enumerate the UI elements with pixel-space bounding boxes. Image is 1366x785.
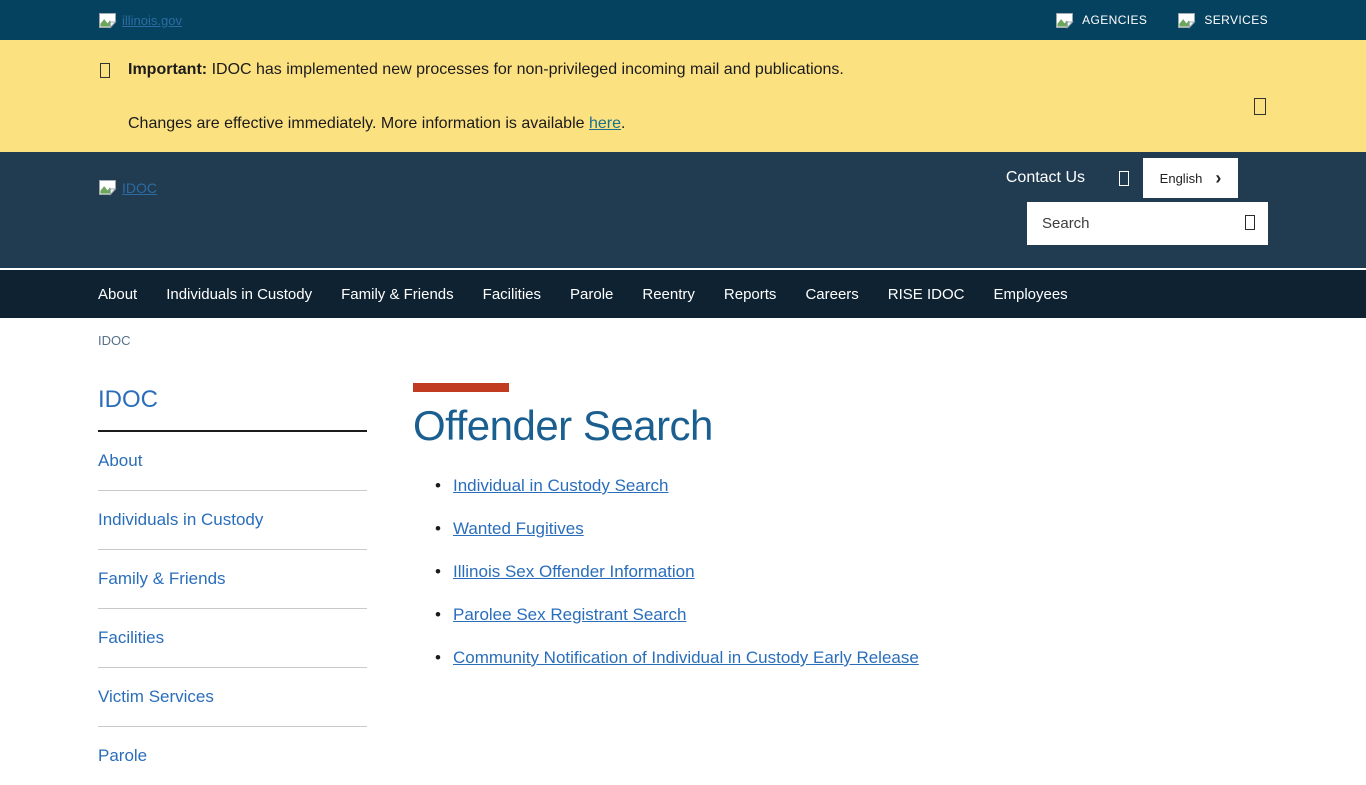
nav-item[interactable]: Reports <box>724 286 777 303</box>
idoc-logo-link[interactable]: IDOC <box>98 179 157 196</box>
nav-item[interactable]: Parole <box>570 286 613 303</box>
nav-item[interactable]: Employees <box>993 286 1067 303</box>
sidebar-item: Parole <box>98 726 367 785</box>
sidebar-item-link[interactable]: About <box>98 451 142 470</box>
illinoisgov-logo-link[interactable]: illinois.gov <box>98 12 182 29</box>
list-item: Wanted Fugitives <box>413 519 919 540</box>
page-content: IDOC IDOC About Individuals in Custody F… <box>0 318 1366 785</box>
offender-search-link[interactable]: Parolee Sex Registrant Search <box>453 605 686 624</box>
nav-item[interactable]: RISE IDOC <box>888 286 965 303</box>
alert-banner: Important: IDOC has implemented new proc… <box>0 40 1366 152</box>
alert-line1: Important: IDOC has implemented new proc… <box>128 61 844 79</box>
offender-search-link[interactable]: Community Notification of Individual in … <box>453 648 919 667</box>
topbar-link-label: AGENCIES <box>1082 13 1147 27</box>
offender-search-link[interactable]: Wanted Fugitives <box>453 519 584 538</box>
sidebar-item-link[interactable]: Victim Services <box>98 687 214 706</box>
nav-item[interactable]: Reentry <box>642 286 695 303</box>
sidebar-menu: About Individuals in Custody Family & Fr… <box>98 432 367 785</box>
breadcrumb-link[interactable]: IDOC <box>98 333 131 348</box>
alert-line2: Changes are effective immediately. More … <box>128 115 844 133</box>
banner-close-button[interactable] <box>1254 98 1266 118</box>
sidebar-item-link[interactable]: Parole <box>98 746 147 765</box>
list-item: Parolee Sex Registrant Search <box>413 605 919 626</box>
broken-image-icon <box>98 179 117 196</box>
nav-item[interactable]: About <box>98 286 137 303</box>
contact-us-link[interactable]: Contact Us <box>1006 169 1085 187</box>
chevron-right-icon: › <box>1215 169 1221 187</box>
list-item: Community Notification of Individual in … <box>413 648 919 669</box>
offender-search-link[interactable]: Individual in Custody Search <box>453 476 668 495</box>
search-box <box>1027 202 1268 245</box>
sidebar-item-link[interactable]: Individuals in Custody <box>98 510 263 529</box>
main-content: Offender Search Individual in Custody Se… <box>413 374 919 785</box>
sidebar-item: Facilities <box>98 608 367 667</box>
sidebar: IDOC About Individuals in Custody Family… <box>98 374 367 785</box>
broken-image-icon <box>98 12 117 29</box>
sidebar-item: Family & Friends <box>98 549 367 608</box>
nav-item[interactable]: Individuals in Custody <box>166 286 312 303</box>
offender-search-links: Individual in Custody Search Wanted Fugi… <box>413 476 919 669</box>
sidebar-item-link[interactable]: Facilities <box>98 628 164 647</box>
alert-important-label: Important: <box>128 61 207 78</box>
government-topbar: illinois.gov AGENCIES SERVICES <box>0 0 1366 40</box>
sidebar-title-link[interactable]: IDOC <box>98 386 158 413</box>
sidebar-item-link[interactable]: Family & Friends <box>98 569 226 588</box>
illinoisgov-logo-alt: illinois.gov <box>122 13 182 28</box>
language-label: English <box>1160 171 1203 186</box>
sidebar-item: Individuals in Custody <box>98 490 367 549</box>
topbar-link-label: SERVICES <box>1204 13 1268 27</box>
header-utility-row: Contact Us English › <box>1006 158 1238 198</box>
search-submit-button[interactable] <box>1245 215 1255 233</box>
alert-message: IDOC has implemented new processes for n… <box>212 61 844 78</box>
globe-icon <box>1119 171 1129 186</box>
search-icon <box>1245 215 1255 230</box>
content-layout: IDOC About Individuals in Custody Family… <box>98 374 1268 785</box>
sidebar-item: About <box>98 432 367 490</box>
page-title: Offender Search <box>413 402 919 450</box>
alert-line2-text: Changes are effective immediately. More … <box>128 115 589 132</box>
primary-nav: About Individuals in Custody Family & Frie… <box>0 268 1366 318</box>
search-input[interactable] <box>1040 214 1245 233</box>
sidebar-title: IDOC <box>98 386 367 432</box>
alert-text: Important: IDOC has implemented new proc… <box>128 61 844 133</box>
nav-item[interactable]: Careers <box>805 286 858 303</box>
topbar-link[interactable]: AGENCIES <box>1055 12 1147 29</box>
alert-glyph-icon <box>100 63 110 78</box>
site-header: IDOC Contact Us English › <box>0 152 1366 268</box>
offender-search-link[interactable]: Illinois Sex Offender Information <box>453 562 695 581</box>
here-link[interactable]: here <box>589 115 621 132</box>
title-accent-bar <box>413 383 509 392</box>
idoc-logo-alt: IDOC <box>122 180 157 196</box>
nav-item[interactable]: Facilities <box>483 286 541 303</box>
close-icon <box>1254 98 1266 115</box>
list-item: Individual in Custody Search <box>413 476 919 497</box>
broken-image-icon <box>1177 12 1196 29</box>
topbar-link[interactable]: SERVICES <box>1177 12 1268 29</box>
sidebar-item: Victim Services <box>98 667 367 726</box>
nav-item[interactable]: Family & Friends <box>341 286 454 303</box>
breadcrumb: IDOC <box>98 318 1268 348</box>
alert-line2-suffix: . <box>621 115 625 132</box>
broken-image-icon <box>1055 12 1074 29</box>
list-item: Illinois Sex Offender Information <box>413 562 919 583</box>
topbar-links: AGENCIES SERVICES <box>1055 12 1268 29</box>
language-selector-button[interactable]: English › <box>1143 158 1238 198</box>
